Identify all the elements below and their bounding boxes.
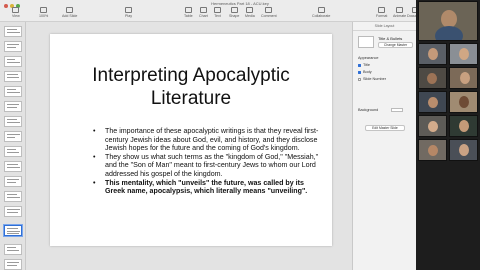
slide-navigator[interactable] <box>0 22 26 270</box>
window-title: Hermeneutics Part 18 - ACU.key <box>211 1 269 6</box>
shape-button[interactable]: Shape <box>229 7 239 18</box>
slide-thumbnail[interactable] <box>4 101 22 112</box>
bullet-item: This mentality, which "unveils" the futu… <box>91 179 321 196</box>
format-icon <box>378 7 386 13</box>
slide-number-checkbox[interactable]: Slide Number <box>358 77 386 81</box>
checkbox-icon <box>358 70 361 74</box>
chart-button[interactable]: Chart <box>199 7 208 18</box>
body-checkbox[interactable]: Body <box>358 70 372 74</box>
bullet-item: They show us what such terms as the "kin… <box>91 153 321 179</box>
slide-thumbnail[interactable] <box>4 161 22 172</box>
bullet-item: The importance of these apocalyptic writ… <box>91 127 321 153</box>
format-inspector: Slide Layout Title & Bullets Change Mast… <box>352 22 416 270</box>
layout-preview <box>358 36 374 48</box>
toolbar: Hermeneutics Part 18 - ACU.key View 100%… <box>0 0 480 22</box>
collaborate-button[interactable]: Collaborate <box>312 7 330 18</box>
view-icon <box>12 7 20 13</box>
video-tile[interactable] <box>449 139 478 161</box>
video-tile[interactable] <box>418 67 447 89</box>
slide-canvas[interactable]: Interpreting Apocalyptic Literature The … <box>26 22 352 270</box>
slide-thumbnail[interactable] <box>4 71 22 82</box>
comment-icon <box>265 7 273 13</box>
slide-thumbnail-selected[interactable] <box>4 225 22 236</box>
checkbox-icon <box>358 77 361 81</box>
edit-master-slide-button[interactable]: Edit Master Slide <box>365 125 405 131</box>
slide-thumbnail[interactable] <box>4 146 22 157</box>
animate-icon <box>396 7 404 13</box>
play-icon <box>125 7 132 13</box>
background-label: Background <box>358 108 379 112</box>
video-tile[interactable] <box>449 67 478 89</box>
slide-body[interactable]: The importance of these apocalyptic writ… <box>91 127 321 196</box>
text-button[interactable]: Text <box>214 7 221 18</box>
table-icon <box>184 7 192 13</box>
comment-button[interactable]: Comment <box>261 7 277 18</box>
slide-thumbnail[interactable] <box>4 206 22 217</box>
inspector-tab-slide-layout[interactable]: Slide Layout <box>353 22 416 31</box>
shape-icon <box>230 7 238 13</box>
change-master-button[interactable]: Change Master <box>378 42 413 48</box>
media-button[interactable]: Media <box>245 7 255 18</box>
media-icon <box>246 7 254 13</box>
current-slide[interactable]: Interpreting Apocalyptic Literature The … <box>50 34 332 246</box>
format-button[interactable]: Format <box>376 7 387 18</box>
text-icon <box>214 7 221 13</box>
collaborate-icon <box>317 7 325 13</box>
appearance-label: Appearance <box>358 56 379 60</box>
slide-thumbnail[interactable] <box>4 86 22 97</box>
zoom-icon <box>40 7 48 13</box>
video-tile[interactable] <box>418 1 478 41</box>
add-slide-button[interactable]: Add Slide <box>62 7 77 18</box>
video-tile[interactable] <box>418 91 447 113</box>
table-button[interactable]: Table <box>184 7 193 18</box>
video-tile[interactable] <box>418 139 447 161</box>
slide-thumbnail[interactable] <box>4 26 22 37</box>
checkbox-icon <box>358 63 361 67</box>
video-tile[interactable] <box>449 43 478 65</box>
slide-thumbnail[interactable] <box>4 116 22 127</box>
video-tile[interactable] <box>418 115 447 137</box>
video-call-panel <box>416 0 480 270</box>
title-checkbox[interactable]: Title <box>358 63 370 67</box>
slide-thumbnail[interactable] <box>4 259 22 270</box>
slide-thumbnail[interactable] <box>4 41 22 52</box>
layout-name: Title & Bullets <box>378 36 403 41</box>
video-tile[interactable] <box>418 43 447 65</box>
play-button[interactable]: Play <box>125 7 132 18</box>
chart-icon <box>199 7 207 13</box>
slide-thumbnail[interactable] <box>4 244 22 255</box>
view-button[interactable]: View <box>12 7 20 18</box>
background-color-well[interactable] <box>391 108 403 112</box>
add-slide-icon <box>66 7 74 13</box>
slide-thumbnail[interactable] <box>4 191 22 202</box>
slide-thumbnail[interactable] <box>4 56 22 67</box>
slide-title[interactable]: Interpreting Apocalyptic Literature <box>50 64 332 110</box>
slide-thumbnail[interactable] <box>4 131 22 142</box>
zoom-button[interactable]: 100% <box>39 7 48 18</box>
video-tile[interactable] <box>449 115 478 137</box>
slide-thumbnail[interactable] <box>4 176 22 187</box>
animate-button[interactable]: Animate <box>393 7 406 18</box>
video-tile[interactable] <box>449 91 478 113</box>
